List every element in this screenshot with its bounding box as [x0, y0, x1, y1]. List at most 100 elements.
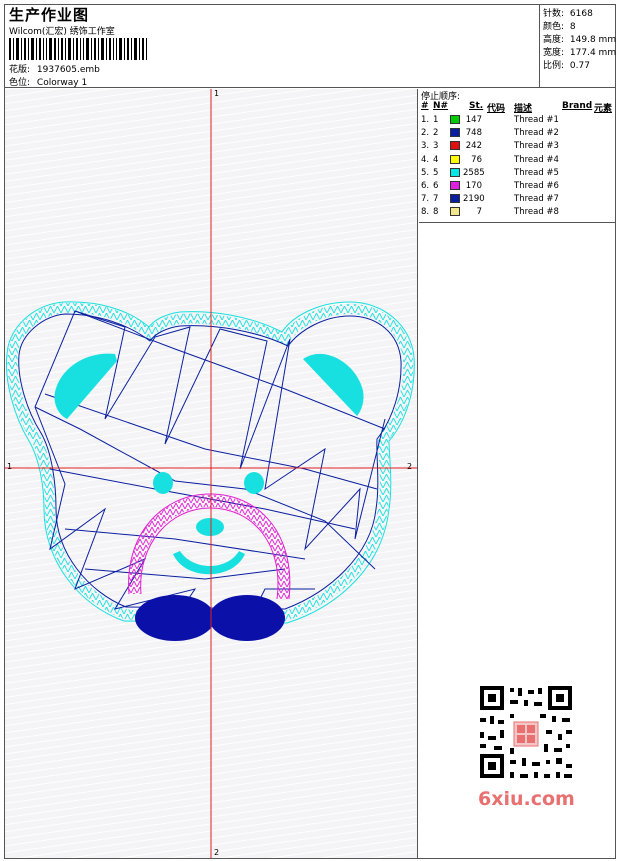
row-description: Thread #2 — [514, 128, 559, 139]
design-stats: 针数: 6168 颜色: 8 高度: 149.8 mm 宽度: 177.4 mm… — [540, 4, 616, 88]
stat-value: 8 — [569, 22, 576, 32]
row-index: 7. — [421, 194, 430, 205]
col-header-element: 元素 — [594, 104, 613, 114]
stat-stitches: 针数: 6168 — [543, 6, 593, 19]
row-description: Thread #8 — [514, 207, 559, 218]
col-header-brand: Brand — [562, 101, 593, 111]
barcode — [9, 38, 147, 60]
stat-label: 高度: — [543, 35, 565, 45]
row-needle: 8 — [433, 207, 439, 218]
nose — [196, 518, 224, 536]
smile — [173, 551, 245, 575]
watermark-logo: 6xiu.com — [478, 788, 575, 810]
axis-label-bottom: 2 — [214, 848, 220, 857]
stat-value: 149.8 mm — [569, 35, 617, 45]
row-stitches: 147 — [465, 115, 482, 125]
right-ear-fill — [303, 353, 364, 416]
row-stitches: 2585 — [463, 167, 485, 178]
row-stitches: 2190 — [463, 194, 485, 205]
thread-row: 7. 7 2190 Thread #7 — [419, 194, 616, 207]
color-swatch — [450, 207, 460, 217]
axis-label-top: 1 — [214, 89, 220, 98]
stat-label: 宽度: — [543, 48, 565, 58]
axis-label-left: 1 — [7, 462, 13, 471]
row-stitches: 748 — [465, 128, 482, 139]
stat-scale: 比例: 0.77 — [543, 58, 590, 71]
color-swatch — [450, 194, 460, 204]
row-description: Thread #5 — [514, 167, 559, 178]
colorway-line: 色位: Colorway 1 — [9, 75, 87, 88]
thread-sequence-panel: 停止顺序: # N# St. 代码 描述 Brand 元素 1. 1 147 Thre… — [419, 89, 616, 223]
col-header-description: 描述 — [514, 104, 533, 114]
thread-row: 3. 3 242 Thread #3 — [419, 141, 616, 154]
color-swatch — [450, 154, 460, 164]
stat-width: 宽度: 177.4 mm — [543, 45, 616, 58]
right-foot — [209, 595, 285, 641]
row-description: Thread #7 — [514, 194, 559, 205]
header-info: 生产作业图 Wilcom(汇宏) 绣饰工作室 花版: 1937605.emb 色… — [4, 4, 540, 88]
thread-row: 6. 6 170 Thread #6 — [419, 181, 616, 194]
row-index: 2. — [421, 128, 430, 139]
stat-colors: 颜色: 8 — [543, 19, 576, 32]
color-swatch — [450, 141, 460, 151]
row-stitches: 170 — [465, 181, 482, 191]
col-header-code: 代码 — [487, 104, 506, 114]
color-swatch — [450, 115, 460, 124]
row-index: 1. — [421, 115, 430, 125]
right-eye — [244, 472, 264, 494]
design-value: 1937605.emb — [36, 65, 100, 75]
axis-label-right: 2 — [407, 462, 413, 471]
thread-row: 2. 2 748 Thread #2 — [419, 128, 616, 141]
stat-value: 0.77 — [569, 61, 590, 71]
muzzle-arch-edge — [128, 493, 291, 600]
colorway-label: 色位: — [9, 78, 31, 88]
thread-row: 8. 8 7 Thread #8 — [419, 207, 616, 220]
row-description: Thread #6 — [514, 181, 559, 191]
row-needle: 6 — [433, 181, 439, 191]
colorway-value: Colorway 1 — [36, 78, 88, 88]
row-index: 3. — [421, 141, 430, 152]
row-index: 4. — [421, 154, 430, 165]
company-name: Wilcom(汇宏) 绣饰工作室 — [9, 27, 115, 37]
row-index: 6. — [421, 181, 430, 191]
color-swatch — [450, 167, 460, 177]
color-swatch — [450, 181, 460, 190]
bear-outline-inner — [18, 313, 402, 610]
row-needle: 2 — [433, 128, 439, 139]
row-description: Thread #3 — [514, 141, 559, 152]
thread-row: 5. 5 2585 Thread #5 — [419, 167, 616, 181]
stat-label: 针数: — [543, 9, 565, 19]
thread-row: 1. 1 147 Thread #1 — [419, 115, 616, 128]
embroidery-design — [5, 89, 417, 858]
row-needle: 4 — [433, 154, 439, 165]
stat-height: 高度: 149.8 mm — [543, 32, 616, 45]
left-eye — [153, 472, 173, 494]
col-header-index: # — [421, 101, 429, 111]
design-label: 花版: — [9, 65, 31, 75]
qr-code — [470, 680, 582, 792]
color-swatch — [450, 128, 460, 138]
thread-row: 4. 4 76 Thread #4 — [419, 154, 616, 168]
stat-value: 177.4 mm — [569, 48, 617, 58]
stat-label: 颜色: — [543, 22, 565, 32]
row-needle: 5 — [433, 167, 439, 178]
muzzle-arch — [128, 494, 290, 600]
stat-label: 比例: — [543, 61, 565, 71]
design-file-line: 花版: 1937605.emb — [9, 62, 100, 75]
col-header-needle: N# — [433, 101, 449, 111]
col-header-stitches: St. — [469, 101, 484, 111]
row-index: 5. — [421, 167, 430, 178]
page-title: 生产作业图 — [9, 6, 90, 24]
row-stitches: 242 — [465, 141, 482, 152]
row-index: 8. — [421, 207, 430, 218]
row-stitches: 7 — [476, 207, 482, 218]
stat-value: 6168 — [569, 9, 593, 19]
row-stitches: 76 — [471, 154, 482, 165]
row-needle: 1 — [433, 115, 439, 125]
row-needle: 3 — [433, 141, 439, 152]
row-needle: 7 — [433, 194, 439, 205]
row-description: Thread #1 — [514, 115, 559, 125]
left-foot — [135, 595, 215, 641]
design-preview: 1 2 1 2 — [5, 89, 418, 858]
row-description: Thread #4 — [514, 154, 559, 165]
